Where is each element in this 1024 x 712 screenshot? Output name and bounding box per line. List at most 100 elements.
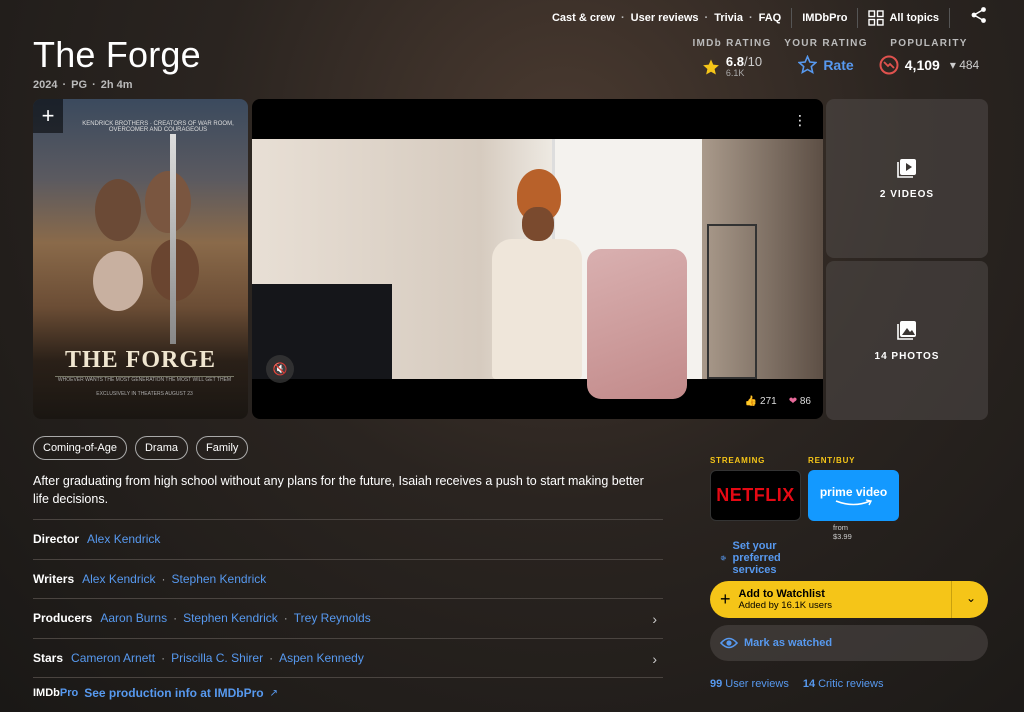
mute-button[interactable]: 🔇 xyxy=(266,355,294,383)
add-to-watchlist-button[interactable]: + Add to Watchlist Added by 16.1K users … xyxy=(710,581,988,618)
credit-label: Producers xyxy=(33,611,93,626)
more-vertical-icon: ⋮ xyxy=(793,111,807,128)
rating-out-of: /10 xyxy=(744,54,763,69)
chevron-right-icon[interactable]: › xyxy=(652,651,657,667)
chevron-down-icon[interactable]: ⌄ xyxy=(966,591,976,605)
runtime: 2h 4m xyxy=(100,79,133,91)
imdbpro-link[interactable]: IMDbPro See production info at IMDbPro ↗ xyxy=(33,686,278,700)
like-count[interactable]: 👍 271 xyxy=(745,396,777,407)
credit-name[interactable]: Priscilla C. Shirer xyxy=(171,651,263,665)
all-topics-label: All topics xyxy=(889,12,939,24)
genre-chip[interactable]: Family xyxy=(196,436,249,460)
media-tiles: 2 VIDEOS 14 PHOTOS xyxy=(826,99,988,423)
popularity[interactable]: POPULARITY 4,109 ▾ 484 xyxy=(874,38,984,78)
video-more-button[interactable]: ⋮ xyxy=(789,109,811,131)
genre-chip[interactable]: Coming-of-Age xyxy=(33,436,127,460)
watchlist-count: Added by 16.1K users xyxy=(738,600,832,611)
plot-summary: After graduating from high school withou… xyxy=(33,474,644,506)
credit-name[interactable]: Stephen Kendrick xyxy=(183,611,278,625)
credit-name[interactable]: Stephen Kendrick xyxy=(172,572,267,586)
imdb-rating-label: IMDb RATING xyxy=(692,38,772,49)
poster-credits: WHOEVER WANTS THE MOST GENERATION THE MO… xyxy=(55,376,234,406)
nav-user-reviews[interactable]: User reviews xyxy=(631,12,699,24)
certificate[interactable]: PG xyxy=(71,79,87,91)
poster[interactable]: KENDRICK BROTHERS · CREATORS OF WAR ROOM… xyxy=(33,99,248,419)
set-preferred-services-button[interactable]: Set your preferred services xyxy=(720,540,790,576)
poster-sword xyxy=(170,134,176,344)
genre-chips: Coming-of-Age Drama Family xyxy=(33,436,249,460)
reaction-count[interactable]: ❤ 86 xyxy=(789,396,811,407)
credit-divider xyxy=(33,677,663,678)
your-rating[interactable]: YOUR RATING Rate xyxy=(778,38,874,78)
credit-name[interactable]: Aaron Burns xyxy=(100,611,167,625)
caret-down-icon: ▾ xyxy=(949,58,956,72)
review-links: 99 User reviews 14 Critic reviews xyxy=(710,678,883,690)
critic-reviews-link[interactable]: 14 Critic reviews xyxy=(803,678,884,690)
title-meta: 2024 · PG · 2h 4m xyxy=(33,79,133,91)
share-icon xyxy=(971,7,986,23)
credit-name[interactable]: Trey Reynolds xyxy=(294,611,371,625)
credit-name[interactable]: Alex Kendrick xyxy=(87,532,160,546)
prime-video-label: prime video xyxy=(819,484,888,499)
principal-credits: Director Alex Kendrick Writers Alex Kend… xyxy=(33,519,663,678)
credit-name[interactable]: Aspen Kennedy xyxy=(279,651,364,665)
nav-imdbpro[interactable]: IMDbPro xyxy=(802,12,847,24)
credit-name[interactable]: Alex Kendrick xyxy=(82,572,155,586)
user-reviews-link[interactable]: 99 User reviews xyxy=(710,678,789,690)
grid-icon xyxy=(868,10,885,26)
eye-icon xyxy=(720,637,738,649)
add-to-watchlist-poster-button[interactable]: + xyxy=(33,99,63,133)
imdbpro-link-text[interactable]: See production info at IMDbPro xyxy=(84,686,263,700)
photo-library-icon xyxy=(897,321,916,340)
poster-face xyxy=(93,251,143,311)
credit-name[interactable]: Cameron Arnett xyxy=(71,651,155,665)
star-outline-icon xyxy=(798,55,818,74)
nav-divider xyxy=(791,8,793,28)
scene-shelf xyxy=(707,224,757,379)
thumbs-up-icon: 👍 xyxy=(744,396,758,407)
nav-dot: · xyxy=(704,12,709,24)
share-button[interactable] xyxy=(970,6,988,29)
rate-button[interactable]: Rate xyxy=(823,57,853,73)
rating-score: 6.8 xyxy=(725,54,744,69)
plus-icon: + xyxy=(41,103,55,128)
netflix-button[interactable]: NETFLIX xyxy=(710,470,801,521)
popularity-label: POPULARITY xyxy=(890,38,968,49)
credit-row-director: Director Alex Kendrick xyxy=(33,519,663,559)
mute-icon: 🔇 xyxy=(272,362,288,376)
nav-dot: · xyxy=(748,12,753,24)
video-reactions: 👍 271 ❤ 86 xyxy=(745,396,811,407)
rating-votes: 6.1K xyxy=(725,68,745,78)
genre-chip[interactable]: Drama xyxy=(134,436,188,460)
imdb-rating[interactable]: IMDb RATING 6.8/10 6.1K xyxy=(686,38,778,78)
chevron-right-icon[interactable]: › xyxy=(652,611,657,627)
trend-down-icon xyxy=(879,55,899,75)
mark-as-watched-button[interactable]: Mark as watched xyxy=(710,625,988,661)
nav-cast-crew[interactable]: Cast & crew xyxy=(552,12,615,24)
set-preferred-services-label: Set your preferred services xyxy=(732,540,781,576)
rent-buy-label: RENT/BUY xyxy=(808,456,856,465)
trailer-player[interactable]: ⋮ 🔇 👍 271 ❤ 86 xyxy=(252,99,823,419)
poster-face xyxy=(145,171,191,233)
photos-tile[interactable]: 14 PHOTOS xyxy=(826,261,988,420)
videos-count: 2 VIDEOS xyxy=(879,189,935,200)
ratings-bar: IMDb RATING 6.8/10 6.1K YOUR RATING Rate… xyxy=(686,38,984,78)
credit-row-producers[interactable]: Producers Aaron Burns · Stephen Kendrick ·… xyxy=(33,598,663,638)
nav-faq[interactable]: FAQ xyxy=(759,12,782,24)
credit-label: Stars xyxy=(33,650,64,665)
nav-divider xyxy=(857,8,859,28)
credit-label: Writers xyxy=(33,571,75,586)
video-library-icon xyxy=(897,159,916,178)
imdbpro-logo: IMDbPro xyxy=(33,687,79,699)
all-topics-button[interactable]: All topics xyxy=(868,10,939,26)
credit-row-stars[interactable]: Stars Cameron Arnett · Priscilla C. Shire… xyxy=(33,637,663,678)
prime-video-button[interactable]: prime video xyxy=(808,470,899,521)
page-title: The Forge xyxy=(33,34,201,75)
watchlist-divider xyxy=(951,581,952,618)
videos-tile[interactable]: 2 VIDEOS xyxy=(826,99,988,258)
nav-trivia[interactable]: Trivia xyxy=(714,12,743,24)
plus-icon: + xyxy=(720,589,731,609)
popularity-rank: 4,109 xyxy=(904,57,940,73)
popularity-change: ▾ 484 xyxy=(949,58,980,72)
release-year[interactable]: 2024 xyxy=(33,79,57,91)
